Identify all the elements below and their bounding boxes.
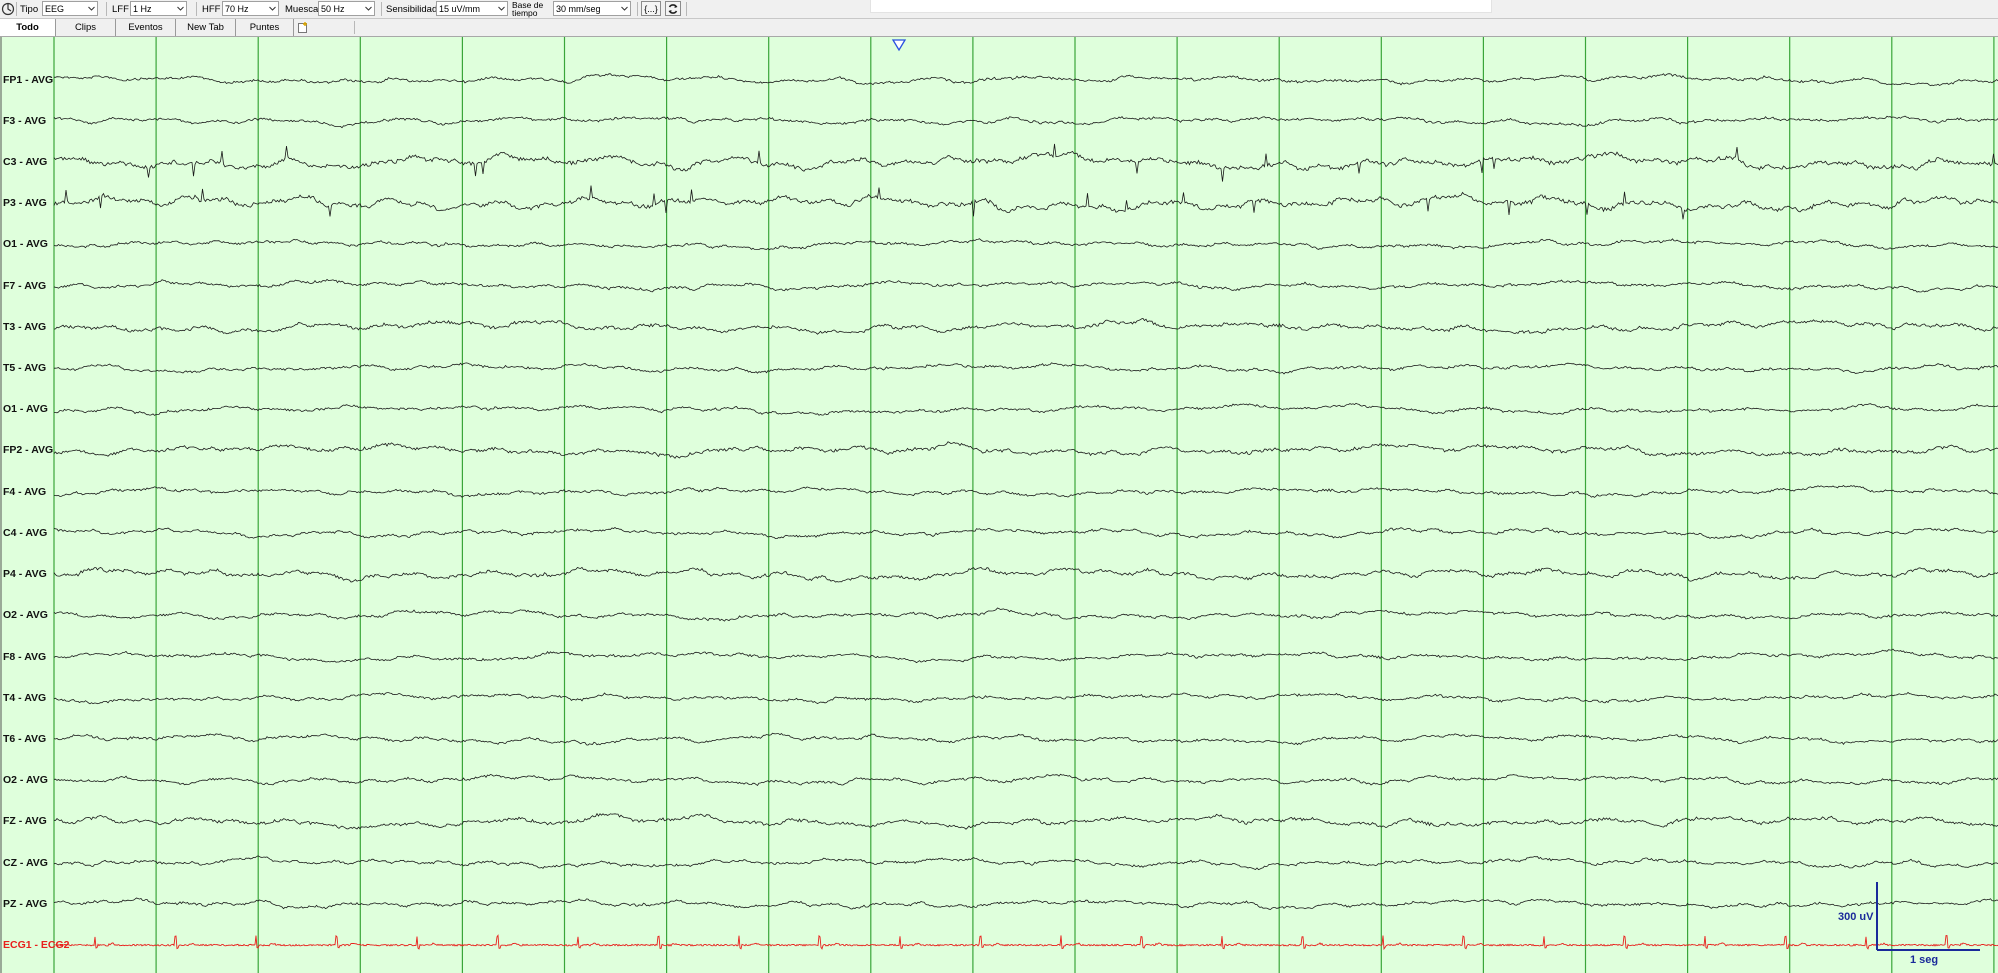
app-menu-icon[interactable]: [1, 2, 15, 16]
top-info-box: [870, 0, 1492, 13]
brackets-button-label: {...}: [644, 3, 658, 14]
toolbar-separator: [196, 2, 197, 16]
chevron-down-icon: [365, 6, 372, 11]
hff-select-value: 70 Hz: [225, 3, 249, 14]
channel-label[interactable]: PZ - AVG: [3, 898, 47, 910]
tab-new-tab-label: New Tab: [187, 22, 224, 33]
tab-bar: Todo Clips Eventos New Tab Puntes: [0, 19, 1998, 37]
toolbar-separator: [16, 2, 17, 16]
channel-label[interactable]: ECG1 - ECG2: [3, 939, 70, 951]
time-scale-label: 1 seg: [1910, 954, 1939, 966]
channel-label[interactable]: F4 - AVG: [3, 486, 46, 498]
base-tiempo-label-line2: tiempo: [512, 7, 538, 18]
muesca-select[interactable]: 50 Hz: [318, 1, 375, 16]
tab-puntes[interactable]: Puntes: [236, 19, 294, 36]
tab-clips[interactable]: Clips: [56, 19, 116, 36]
tab-separator: [354, 21, 355, 34]
channel-label[interactable]: T6 - AVG: [3, 733, 46, 745]
tab-todo[interactable]: Todo: [0, 19, 56, 36]
toolbar-separator: [637, 2, 638, 16]
add-tab-icon[interactable]: [298, 22, 309, 33]
channel-label[interactable]: P4 - AVG: [3, 568, 47, 580]
channel-label[interactable]: FP2 - AVG: [3, 444, 53, 456]
channel-label[interactable]: FZ - AVG: [3, 815, 47, 827]
channel-label[interactable]: C4 - AVG: [3, 527, 47, 539]
brackets-button[interactable]: {...}: [641, 1, 661, 16]
channel-label[interactable]: T3 - AVG: [3, 321, 46, 333]
channel-label[interactable]: CZ - AVG: [3, 857, 48, 869]
eeg-traces-canvas[interactable]: [0, 37, 1998, 973]
muesca-label: Muesca: [285, 3, 319, 15]
base-tiempo-select-value: 30 mm/seg: [556, 3, 601, 14]
refresh-icon: [668, 3, 678, 14]
voltage-scale-label: 300 uV: [1838, 911, 1874, 923]
eeg-background: [0, 37, 1998, 973]
tipo-select[interactable]: EEG: [42, 1, 98, 16]
channel-label[interactable]: P3 - AVG: [3, 197, 47, 209]
toolbar-separator: [381, 2, 382, 16]
tipo-label: Tipo: [20, 3, 39, 15]
channel-label[interactable]: T4 - AVG: [3, 692, 46, 704]
hff-select[interactable]: 70 Hz: [222, 1, 279, 16]
tab-eventos[interactable]: Eventos: [116, 19, 176, 36]
sensibilidad-select-value: 15 uV/mm: [439, 3, 481, 14]
muesca-select-value: 50 Hz: [321, 3, 345, 14]
chevron-down-icon: [177, 6, 184, 11]
sensibilidad-select[interactable]: 15 uV/mm: [436, 1, 508, 16]
tab-clips-label: Clips: [74, 22, 97, 33]
tab-new-tab[interactable]: New Tab: [176, 19, 236, 36]
channel-label[interactable]: FP1 - AVG: [3, 74, 53, 86]
toolbar: Tipo EEG LFF 1 Hz HFF 70 Hz Muesca 50 Hz…: [0, 0, 1998, 19]
lff-select[interactable]: 1 Hz: [130, 1, 187, 16]
lff-label: LFF: [112, 3, 129, 15]
refresh-button[interactable]: [665, 1, 681, 16]
lff-select-value: 1 Hz: [133, 3, 152, 14]
toolbar-separator: [686, 2, 687, 16]
chevron-down-icon: [498, 6, 505, 11]
toolbar-separator: [106, 2, 107, 16]
chevron-down-icon: [88, 6, 95, 11]
tab-todo-label: Todo: [16, 22, 39, 33]
tipo-select-value: EEG: [45, 3, 65, 14]
channel-label[interactable]: O1 - AVG: [3, 238, 48, 250]
base-tiempo-select[interactable]: 30 mm/seg: [553, 1, 631, 16]
channel-label[interactable]: F7 - AVG: [3, 280, 46, 292]
tab-puntes-label: Puntes: [249, 22, 280, 33]
channel-label[interactable]: T5 - AVG: [3, 362, 46, 374]
chevron-down-icon: [621, 6, 628, 11]
base-tiempo-label: Base de tiempo: [512, 0, 543, 17]
channel-label[interactable]: O1 - AVG: [3, 403, 48, 415]
channel-label[interactable]: F8 - AVG: [3, 651, 46, 663]
tab-eventos-label: Eventos: [128, 22, 163, 33]
eeg-montage-view[interactable]: FP1 - AVG F3 - AVG C3 - AVG P3 - AVG O1 - AV…: [0, 37, 1998, 973]
channel-label[interactable]: C3 - AVG: [3, 156, 47, 168]
channel-label[interactable]: O2 - AVG: [3, 774, 48, 786]
channel-label[interactable]: F3 - AVG: [3, 115, 46, 127]
chevron-down-icon: [269, 6, 276, 11]
channel-label[interactable]: O2 - AVG: [3, 609, 48, 621]
hff-label: HFF: [202, 3, 221, 15]
sensibilidad-label: Sensibilidad: [386, 3, 438, 15]
